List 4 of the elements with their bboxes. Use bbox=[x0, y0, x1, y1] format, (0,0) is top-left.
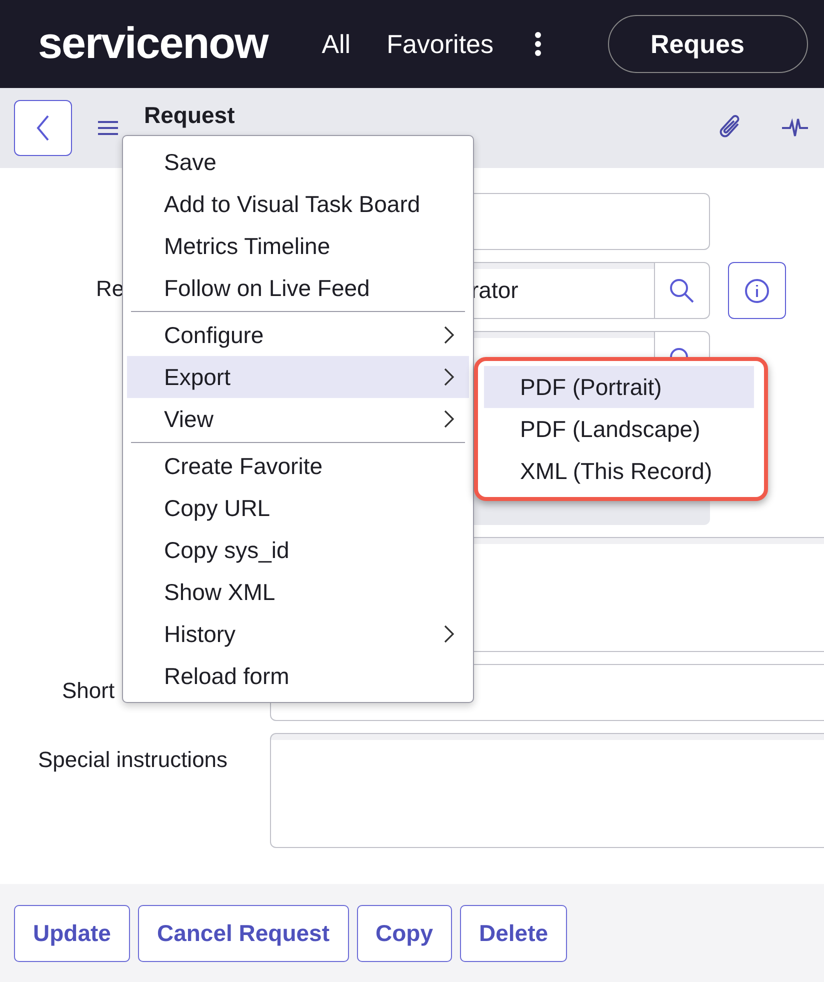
field-label: Short bbox=[61, 677, 115, 704]
record-title: Request bbox=[144, 102, 235, 129]
field-label: Re bbox=[95, 275, 124, 302]
field-label: Special instructions bbox=[37, 746, 228, 773]
